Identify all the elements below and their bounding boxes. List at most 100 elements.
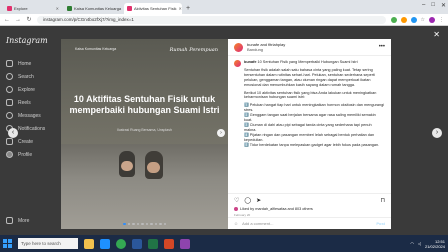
caption-header: bunafe 10 Sentuhan Fisik yang Memperbaik… (234, 60, 385, 68)
comment-input[interactable]: Add a comment... (242, 221, 273, 226)
nav-profile[interactable]: Profile (6, 148, 54, 161)
carousel-dot (141, 222, 144, 225)
image-logos: Kaisa Komunitas Keluarga Rumah Perempuan (75, 47, 218, 53)
reload-icon[interactable]: ↻ (26, 16, 32, 23)
browser-tab-kaisa[interactable]: Kaisa Komunitas Keluarga ✕ (64, 3, 122, 14)
maximize-button[interactable]: □ (431, 2, 435, 9)
back-arrow-icon[interactable]: ← (4, 17, 10, 23)
message-icon (6, 112, 13, 119)
caption-item: 5️⃣ Tidur berdekatan tanpa melepaskan ga… (244, 142, 380, 147)
new-tab-button[interactable]: + (186, 3, 190, 14)
close-tab-icon[interactable]: ✕ (56, 6, 59, 11)
image-headline: 10 Aktifitas Sentuhan Fisik untuk memper… (69, 94, 220, 115)
browser-tab-active[interactable]: Aktivitas Sentuhan Fisik ✕ (124, 3, 182, 14)
post-location[interactable]: Bandung (247, 47, 285, 52)
nav-more[interactable]: More (6, 214, 29, 227)
nav-label: Home (18, 60, 32, 67)
post-caption: bunafe 10 Sentuhan Fisik yang Memperbaik… (228, 56, 391, 193)
browser-tab-explore[interactable]: Explore ✕ (4, 3, 62, 14)
excel-app-icon[interactable] (148, 238, 158, 249)
home-icon (6, 60, 13, 67)
liked-by[interactable]: Liked by mardah_alfiesafaa and 803 other… (234, 207, 385, 211)
files-app-icon[interactable] (84, 238, 94, 249)
nav-reels[interactable]: Reels (6, 96, 54, 109)
nav-messages[interactable]: Messages (6, 109, 54, 122)
word-app-icon[interactable] (132, 238, 142, 249)
post-actions: ♡ ◯ ➤ ⊓ Liked by mardah_alfiesafaa and 8… (228, 193, 391, 217)
window-controls: – □ ✕ (422, 2, 446, 9)
carousel-dot (123, 222, 126, 225)
nav-home[interactable]: Home (6, 57, 54, 70)
previous-post-button[interactable]: ‹ (8, 128, 18, 138)
hamburger-icon (6, 217, 13, 224)
nav-search[interactable]: Search (6, 70, 54, 83)
emoji-icon[interactable]: ☺ (234, 221, 238, 226)
system-tray: ◠ ◁ 12:51 21/02/2024 (410, 239, 445, 249)
carousel-dot (127, 222, 130, 225)
next-post-button[interactable]: › (432, 128, 442, 138)
url-field[interactable]: instagram.com/p/CGn4bo2fXj7/?img_index=1 (37, 15, 386, 24)
instagram-logo[interactable]: Instagram (6, 36, 54, 45)
nav-label: Reels (18, 99, 31, 106)
powerpoint-app-icon[interactable] (164, 238, 174, 249)
nav-label: Search (18, 73, 34, 80)
comment-bubble-icon[interactable]: ◯ (244, 197, 251, 204)
close-tab-icon[interactable]: ✕ (178, 6, 181, 11)
photos-app-icon[interactable] (180, 238, 190, 249)
foot-right-top (147, 162, 160, 173)
compass-icon (6, 86, 13, 93)
site-favicon-icon (67, 6, 72, 11)
clock-date: 21/02/2024 (424, 243, 445, 249)
volume-icon[interactable]: ◁ (418, 241, 421, 246)
menu-icon[interactable]: ⋮ (439, 17, 444, 23)
browser-tab-bar: Explore ✕ Kaisa Komunitas Keluarga ✕ Akt… (0, 0, 448, 14)
carousel-next-icon[interactable]: › (217, 129, 225, 137)
save-bookmark-icon[interactable]: ⊓ (380, 197, 385, 204)
extension-icon[interactable] (390, 16, 397, 23)
nav-label: Profile (18, 151, 33, 158)
carousel-dot (154, 222, 157, 225)
caption-avatar[interactable] (234, 60, 241, 67)
post-author-info: bunafe and fitriahplay Bandung (247, 42, 285, 52)
instagram-favicon-icon (7, 6, 12, 11)
url-text: instagram.com/p/CGn4bo2fXj7/?img_index=1 (43, 17, 134, 22)
caption-author[interactable]: bunafe (244, 60, 256, 64)
close-window-button[interactable]: ✕ (441, 2, 446, 9)
carousel-dot (150, 222, 153, 225)
caption-item: 4️⃣ Pijatan ringan dan pasangan memberi … (244, 132, 375, 142)
chrome-app-icon[interactable] (116, 238, 126, 249)
edge-app-icon[interactable] (100, 238, 110, 249)
post-comment-button[interactable]: Post (376, 221, 385, 226)
liked-by-text: Liked by mardah_alfiesafaa and 803 other… (240, 207, 313, 211)
caption-item: 1️⃣ Pelukan hangat tiap hari untuk menin… (244, 103, 385, 113)
post-image[interactable]: Kaisa Komunitas Keluarga Rumah Perempuan… (61, 39, 228, 229)
image-logo-right: Rumah Perempuan (169, 47, 218, 53)
wifi-icon[interactable]: ◠ (410, 241, 414, 246)
caption-title: 10 Sentuhan Fisik yang Memperbaiki Hubun… (257, 60, 358, 64)
minimize-button[interactable]: – (422, 2, 425, 9)
plus-icon (6, 138, 13, 145)
forward-arrow-icon[interactable]: → (15, 17, 21, 23)
nav-label: More (18, 217, 30, 224)
like-heart-icon[interactable]: ♡ (234, 197, 239, 204)
extension-icon[interactable] (400, 16, 407, 23)
carousel-dot (159, 222, 162, 225)
taskbar-search-placeholder: Type here to search (21, 241, 61, 246)
carousel-dot (145, 222, 148, 225)
star-icon[interactable]: ☆ (421, 17, 425, 23)
close-icon[interactable]: ✕ (433, 30, 440, 39)
taskbar-search-box[interactable]: Type here to search (18, 238, 78, 249)
tab-label: Explore (14, 6, 28, 11)
windows-start-icon[interactable] (3, 239, 12, 248)
profile-avatar[interactable] (429, 16, 435, 23)
author-avatar[interactable] (234, 42, 243, 52)
carousel-dot (136, 222, 139, 225)
nav-explore[interactable]: Explore (6, 83, 54, 96)
share-send-icon[interactable]: ➤ (256, 197, 261, 204)
more-options-icon[interactable]: ••• (379, 44, 385, 50)
caption-paragraph: Berikut 10 aktivitas sentuhan fisik yang… (244, 90, 377, 100)
tab-label: Aktivitas Sentuhan Fisik (134, 6, 177, 11)
extension-icon[interactable] (410, 16, 417, 23)
action-icons: ♡ ◯ ➤ ⊓ (234, 197, 385, 204)
clock[interactable]: 12:51 21/02/2024 (425, 239, 445, 249)
